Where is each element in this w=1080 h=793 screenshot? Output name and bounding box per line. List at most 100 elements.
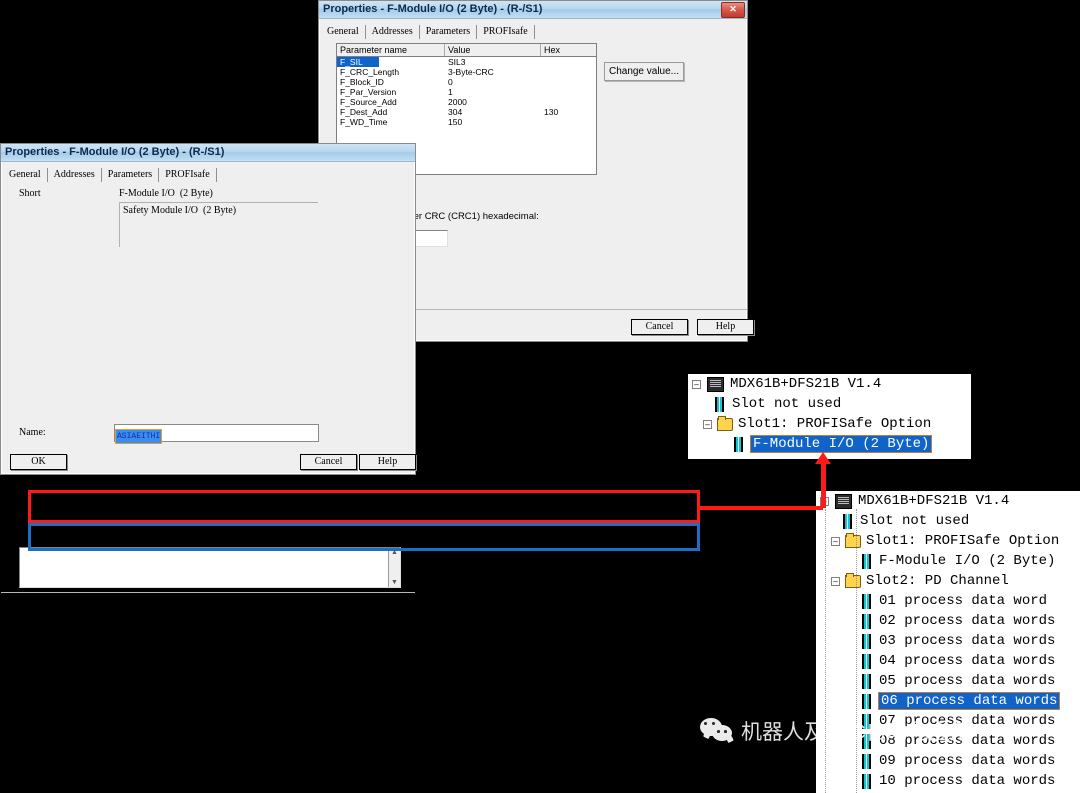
module-icon: [862, 773, 871, 789]
description-box: Safety Module I/O (2 Byte): [119, 202, 318, 247]
cell-value: 304: [448, 107, 463, 117]
cancel-button[interactable]: Cancel: [300, 454, 357, 470]
tree-item-label: Slot1: PROFISafe Option: [738, 416, 932, 432]
tree-item-fmodule[interactable]: F-Module I/O (2 Byte): [688, 434, 971, 454]
folder-icon: [845, 532, 861, 548]
scroll-down-icon[interactable]: ▼: [389, 578, 400, 587]
name-input-value: ASIAEITHI: [114, 429, 163, 444]
tree-guide-line: [856, 509, 857, 793]
module-icon: [862, 673, 871, 689]
name-input[interactable]: ASIAEITHI: [114, 424, 319, 444]
expander-icon[interactable]: –: [703, 419, 712, 429]
cell-parameter-name: F_WD_Time: [340, 117, 388, 127]
short-label: Short: [19, 188, 41, 199]
cell-value: 150: [448, 117, 463, 127]
tree-item-device[interactable]: – MDX61B+DFS21B V1.4: [816, 491, 1080, 511]
help-button[interactable]: Help: [697, 319, 754, 335]
tab-general[interactable]: General: [7, 168, 48, 182]
expander-icon[interactable]: –: [831, 576, 840, 586]
tab-profisafe[interactable]: PROFIsafe: [477, 25, 535, 39]
comment-textarea[interactable]: ▲ ▼: [19, 547, 401, 588]
device-icon: [835, 493, 852, 509]
tree-item-label: 05 process data words: [879, 673, 1056, 689]
tab-bar: General Addresses Parameters PROFIsafe: [7, 167, 415, 182]
cell-parameter-name: F_Par_Version: [340, 87, 397, 97]
blue-highlight-box: [28, 523, 700, 551]
column-header-value: Value: [445, 44, 541, 56]
tree-item-label: Slot1: PROFISafe Option: [866, 533, 1060, 549]
cell-parameter-name: F_SIL: [337, 57, 379, 67]
table-row[interactable]: F_Dest_Add 304 130: [337, 107, 596, 117]
cell-parameter-name: F_Block_ID: [340, 77, 384, 87]
tree-item-slot-unused[interactable]: Slot not used: [688, 394, 971, 414]
folder-icon: [845, 572, 861, 588]
expander-icon[interactable]: –: [692, 379, 701, 389]
tree-item-slot1[interactable]: – Slot1: PROFISafe Option: [688, 414, 971, 434]
cancel-button[interactable]: Cancel: [631, 319, 688, 335]
cell-value: 1: [448, 87, 453, 97]
hardware-tree-top[interactable]: – MDX61B+DFS21B V1.4 Slot not used – Slo…: [687, 373, 972, 460]
tree-item-device[interactable]: – MDX61B+DFS21B V1.4: [688, 374, 971, 394]
name-label: Name:: [19, 427, 46, 438]
scrollbar-vertical[interactable]: ▲ ▼: [388, 548, 400, 587]
cell-hex: [541, 117, 594, 127]
dialog-title: Properties - F-Module I/O (2 Byte) - (R-…: [5, 146, 225, 158]
tree-item-label: F-Module I/O (2 Byte): [879, 553, 1056, 569]
module-icon: [715, 396, 724, 412]
cell-hex: [541, 67, 594, 77]
cell-hex: [541, 57, 594, 67]
change-value-button[interactable]: Change value...: [604, 62, 684, 81]
wechat-icon: [700, 718, 734, 744]
table-row[interactable]: F_SIL SIL3: [337, 57, 596, 67]
tree-item-label: 06 process data words: [877, 692, 1061, 710]
close-icon[interactable]: ✕: [721, 2, 745, 18]
folder-icon: [717, 415, 733, 431]
module-icon: [734, 436, 743, 452]
tree-item-label: Slot not used: [860, 513, 970, 529]
tree-item-label: MDX61B+DFS21B V1.4: [858, 493, 1010, 509]
table-row[interactable]: F_Source_Add 2000: [337, 97, 596, 107]
cell-hex: [541, 97, 594, 107]
cell-parameter-name: F_Dest_Add: [340, 107, 388, 117]
cell-value: 2000: [448, 97, 467, 107]
module-icon: [862, 553, 871, 569]
red-arrow-head-icon: [815, 452, 831, 464]
module-icon: [862, 693, 871, 709]
tab-parameters[interactable]: Parameters: [102, 168, 160, 182]
tab-profisafe[interactable]: PROFIsafe: [159, 168, 217, 182]
red-connector-line: [697, 506, 823, 510]
table-row[interactable]: F_CRC_Length 3-Byte-CRC: [337, 67, 596, 77]
tree-item-label: 03 process data words: [879, 633, 1056, 649]
divider: [1, 592, 415, 593]
dialog-titlebar: Properties - F-Module I/O (2 Byte) - (R-…: [319, 1, 747, 19]
column-header-hex: Hex: [544, 45, 561, 55]
grid-header-row: Parameter name Value Hex: [337, 44, 596, 57]
tree-item-label: Slot not used: [732, 396, 842, 412]
watermark-text: 机器人及PLC自动化应用: [741, 721, 971, 744]
table-row[interactable]: F_Block_ID 0: [337, 77, 596, 87]
module-icon: [862, 593, 871, 609]
tree-item-label: 09 process data words: [879, 753, 1056, 769]
ok-button[interactable]: OK: [10, 454, 67, 470]
table-row[interactable]: F_WD_Time 150: [337, 117, 596, 127]
tab-bar: General Addresses Parameters PROFIsafe: [325, 24, 747, 39]
module-icon: [862, 633, 871, 649]
expander-icon[interactable]: –: [831, 536, 840, 546]
tree-item-label: 01 process data word: [879, 593, 1048, 609]
red-highlight-box: [28, 490, 700, 523]
tab-parameters[interactable]: Parameters: [420, 25, 478, 39]
short-value: F-Module I/O (2 Byte): [119, 188, 213, 199]
tree-item-label: 10 process data words: [879, 773, 1056, 789]
tab-general[interactable]: General: [325, 25, 366, 39]
tab-addresses[interactable]: Addresses: [366, 25, 420, 39]
dialog-title: Properties - F-Module I/O (2 Byte) - (R-…: [323, 3, 543, 15]
table-row[interactable]: F_Par_Version 1: [337, 87, 596, 97]
tab-addresses[interactable]: Addresses: [48, 168, 102, 182]
help-button[interactable]: Help: [359, 454, 416, 470]
cell-hex: [541, 87, 594, 97]
hardware-tree-bottom[interactable]: – MDX61B+DFS21B V1.4 Slot not used – Slo…: [815, 490, 1080, 793]
general-properties-dialog: Properties - F-Module I/O (2 Byte) - (R-…: [0, 143, 416, 593]
tree-guide-line: [825, 509, 826, 793]
module-icon: [862, 753, 871, 769]
module-icon: [862, 613, 871, 629]
